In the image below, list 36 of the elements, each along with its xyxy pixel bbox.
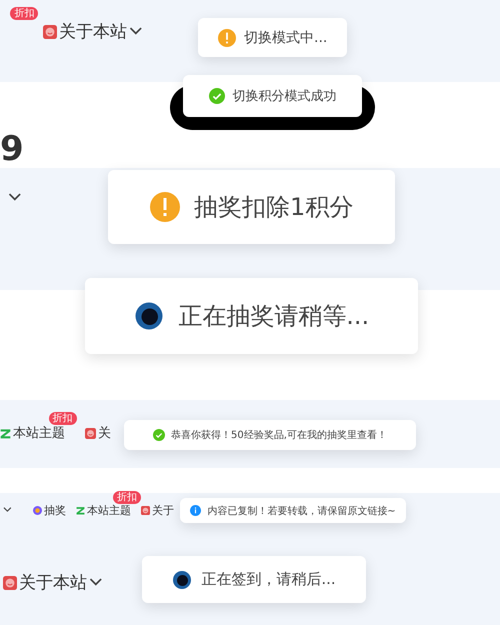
nav-link[interactable]: 关于本站 bbox=[19, 571, 87, 594]
chevron-down-icon[interactable] bbox=[89, 578, 103, 587]
info-icon bbox=[190, 505, 202, 516]
lottery-icon bbox=[33, 506, 42, 514]
chevron-down-icon[interactable] bbox=[8, 192, 22, 202]
toast-text: 正在签到，请稍后... bbox=[201, 570, 336, 589]
toast-text: 切换模式中... bbox=[244, 28, 328, 46]
check-icon bbox=[208, 88, 225, 104]
discount-badge: 折扣 bbox=[48, 412, 77, 426]
nav-link[interactable]: 抽奖 bbox=[44, 502, 66, 518]
nav-link[interactable]: 本站主题 bbox=[87, 502, 131, 518]
chevron-down-icon[interactable] bbox=[3, 507, 12, 513]
toast-text: 抽奖扣除1积分 bbox=[194, 192, 354, 223]
discount-badge: 折扣 bbox=[112, 491, 141, 504]
warning-icon bbox=[150, 192, 180, 222]
warning-icon bbox=[218, 28, 236, 46]
toast-text: 切换积分模式成功 bbox=[232, 88, 336, 105]
nav-link[interactable]: 本站主题 bbox=[13, 424, 65, 442]
theme-icon bbox=[0, 428, 11, 438]
toast-text: 恭喜你获得！50经验奖品,可在我的抽奖里查看！ bbox=[171, 428, 387, 442]
spinner-icon bbox=[134, 301, 164, 331]
nav-link[interactable]: 关于本站 bbox=[59, 20, 127, 43]
smiley-icon bbox=[43, 24, 57, 38]
spinner-icon bbox=[172, 570, 192, 590]
heading-number: 9 bbox=[0, 132, 25, 166]
smiley-icon bbox=[141, 506, 150, 514]
check-icon bbox=[153, 429, 166, 441]
toast-text: 正在抽奖请稍等... bbox=[178, 301, 370, 332]
smiley-icon bbox=[3, 576, 17, 590]
smiley-icon bbox=[85, 428, 96, 438]
theme-icon bbox=[76, 506, 85, 514]
nav-link[interactable]: 关 bbox=[98, 424, 111, 442]
toast-text: 内容已复制！若要转载，请保留原文链接~ bbox=[207, 504, 396, 518]
nav-link[interactable]: 关于 bbox=[152, 502, 174, 518]
discount-badge: 折扣 bbox=[10, 7, 38, 20]
chevron-down-icon[interactable] bbox=[129, 27, 143, 36]
